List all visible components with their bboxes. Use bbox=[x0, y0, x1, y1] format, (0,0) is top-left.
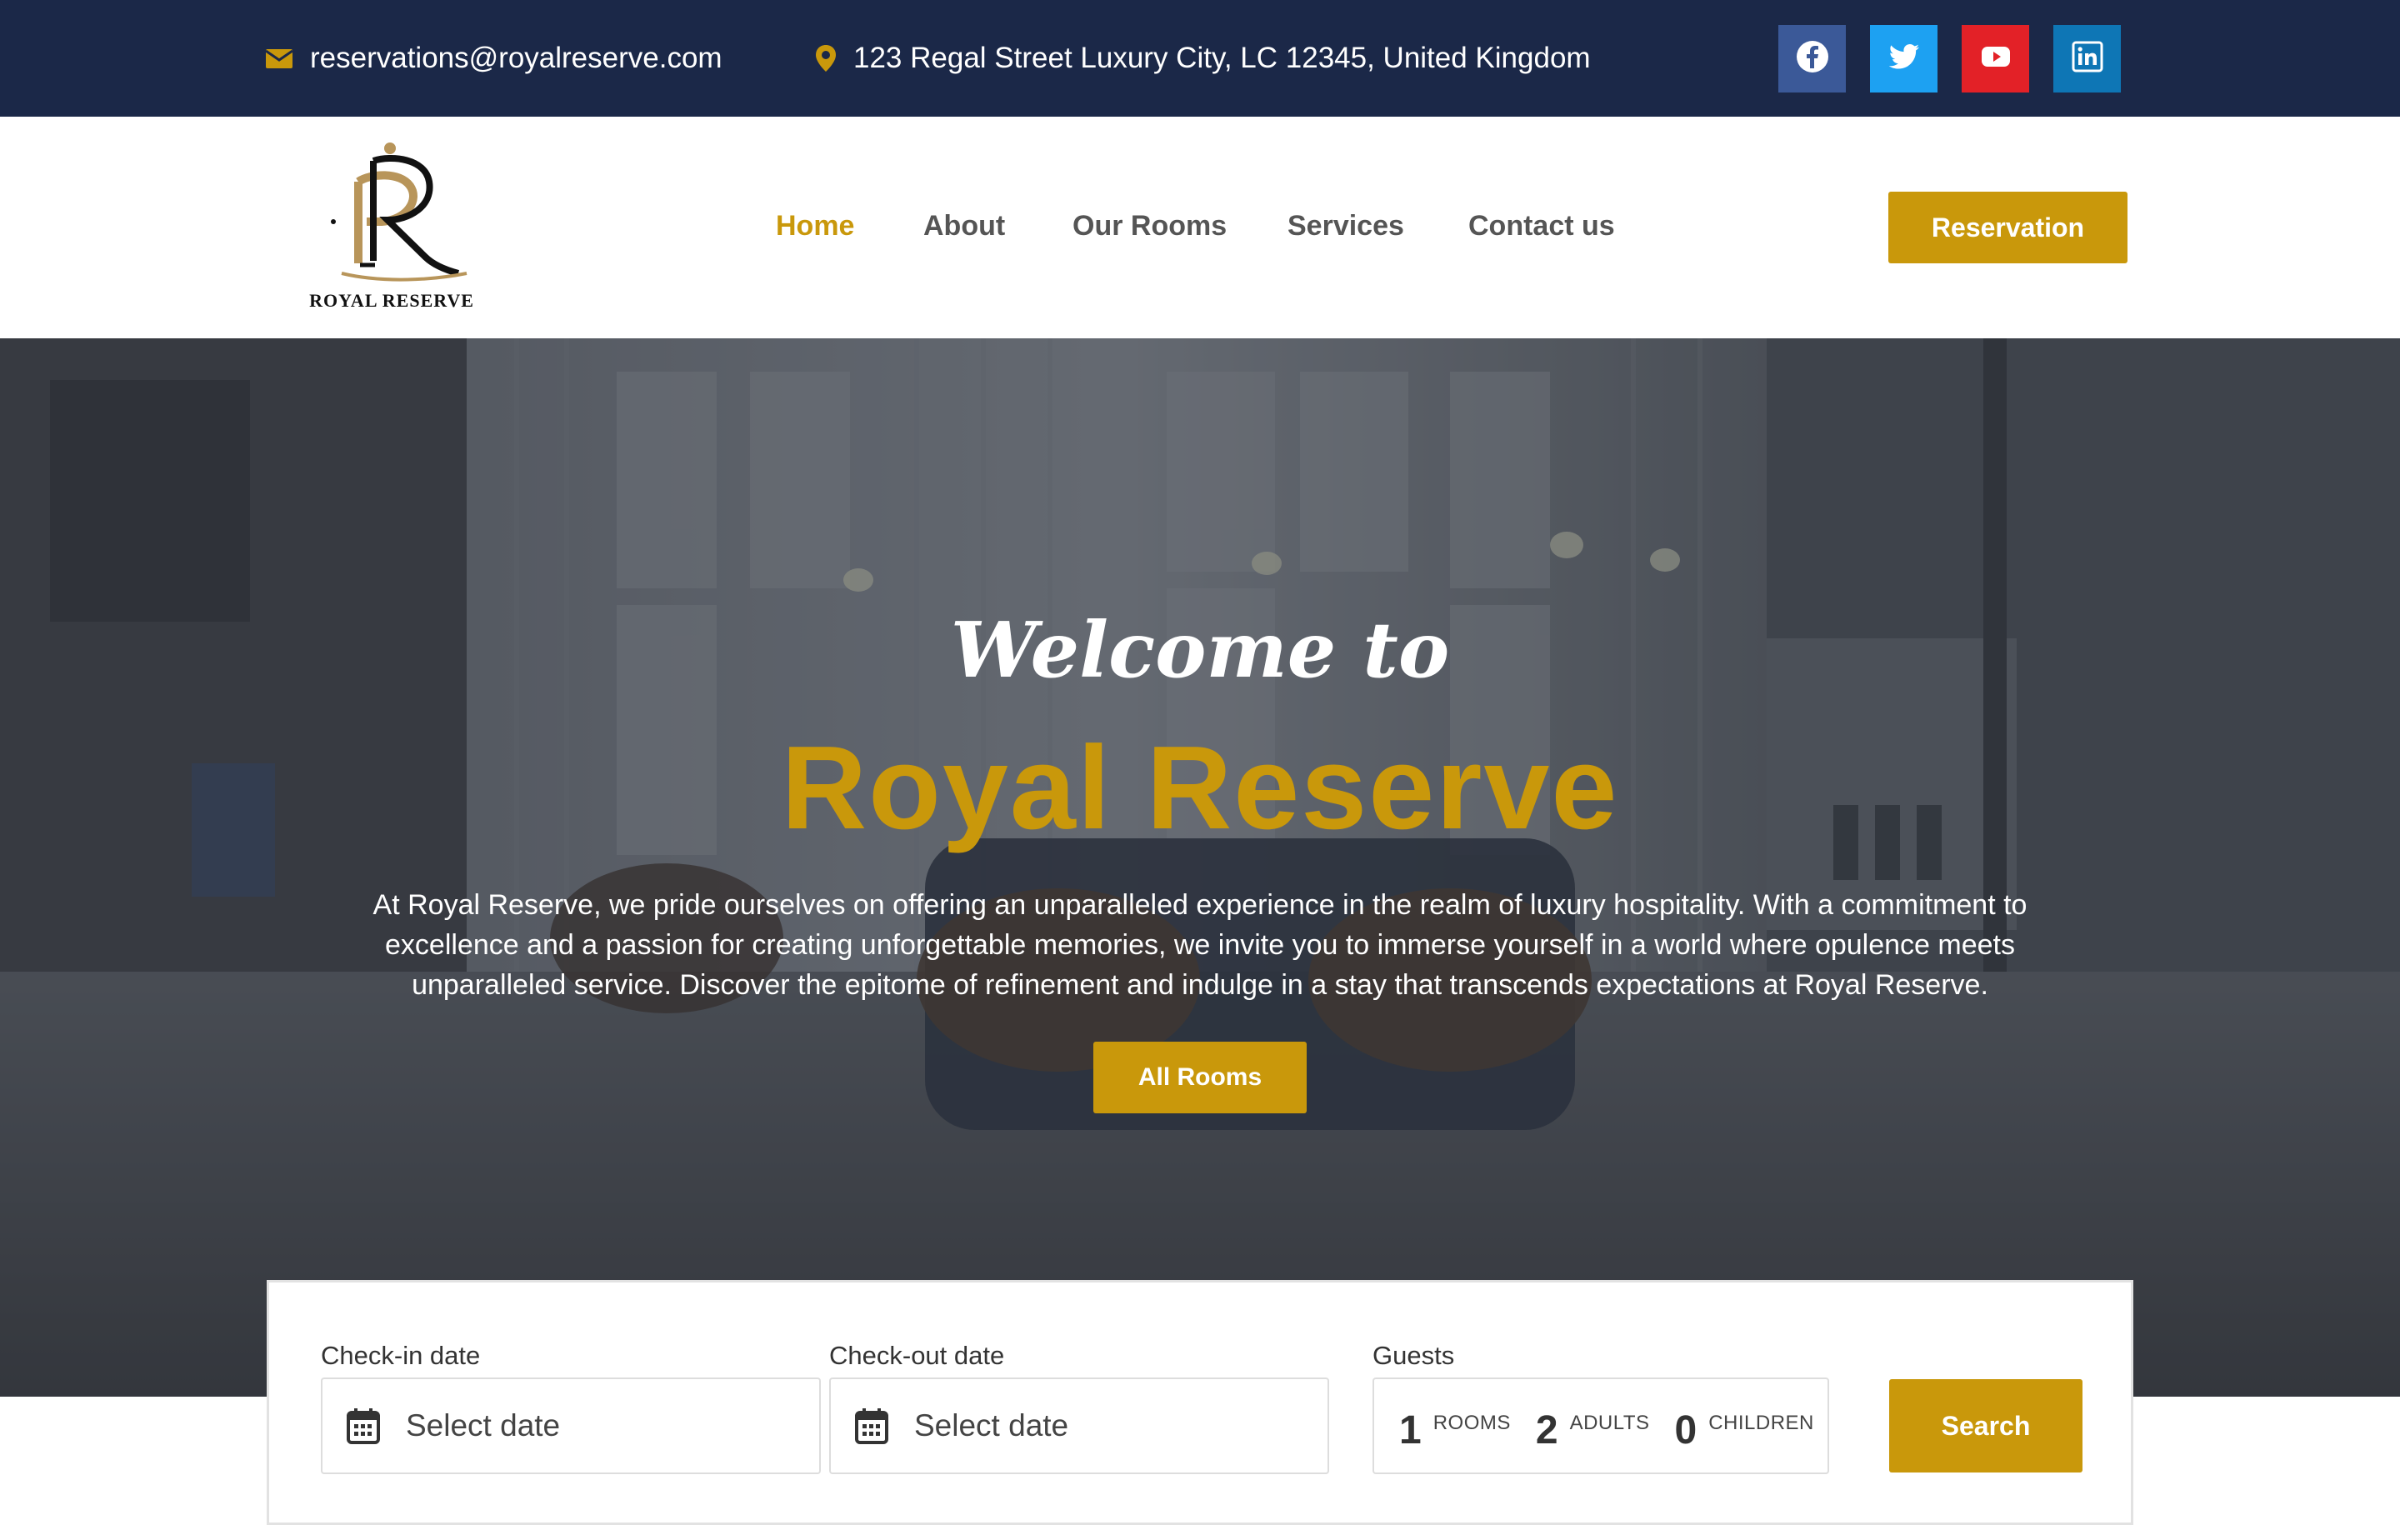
royal-reserve-logo[interactable]: ROYAL RESERVE bbox=[308, 140, 475, 315]
nav-home[interactable]: Home bbox=[776, 210, 854, 242]
linkedin-link[interactable] bbox=[2053, 25, 2121, 92]
checkin-label: Check-in date bbox=[321, 1341, 481, 1370]
children-count: 0 bbox=[1674, 1408, 1698, 1452]
calendar-icon bbox=[346, 1407, 381, 1445]
hero-description: At Royal Reserve, we pride ourselves on … bbox=[372, 889, 2028, 1001]
reservation-button[interactable]: Reservation bbox=[1888, 192, 2128, 263]
logo-mark-icon bbox=[331, 142, 468, 282]
rooms-label: ROOMS bbox=[1432, 1412, 1511, 1434]
envelope-icon bbox=[265, 47, 293, 70]
map-pin-icon bbox=[815, 44, 837, 72]
guests-selector[interactable]: 1 ROOMS 2 ADULTS 0 CHILDREN bbox=[1372, 1378, 1829, 1474]
twitter-link[interactable] bbox=[1870, 25, 1938, 92]
twitter-icon bbox=[1888, 40, 1921, 78]
youtube-icon bbox=[1979, 40, 2012, 78]
nav-services[interactable]: Services bbox=[1288, 210, 1404, 242]
hero-welcome-text: Welcome to bbox=[950, 605, 1450, 695]
contact-address: 123 Regal Street Luxury City, LC 12345, … bbox=[815, 0, 1591, 117]
children-label: CHILDREN bbox=[1708, 1412, 1814, 1434]
nav-contact-us[interactable]: Contact us bbox=[1468, 210, 1615, 242]
rooms-count: 1 bbox=[1399, 1408, 1422, 1452]
checkin-placeholder: Select date bbox=[406, 1408, 561, 1442]
search-button[interactable]: Search bbox=[1889, 1379, 2082, 1472]
all-rooms-button[interactable]: All Rooms bbox=[1093, 1042, 1307, 1113]
youtube-link[interactable] bbox=[1962, 25, 2029, 92]
contact-email[interactable]: reservations@royalreserve.com bbox=[265, 0, 722, 117]
hero-overlay bbox=[0, 338, 2400, 1397]
contact-address-text: 123 Regal Street Luxury City, LC 12345, … bbox=[853, 42, 1591, 74]
top-contact-bar: reservations@royalreserve.com 123 Regal … bbox=[0, 0, 2400, 117]
facebook-link[interactable] bbox=[1778, 25, 1846, 92]
linkedin-icon bbox=[2071, 40, 2104, 78]
nav-our-rooms[interactable]: Our Rooms bbox=[1072, 210, 1227, 242]
logo-wordmark: ROYAL RESERVE bbox=[309, 290, 474, 311]
guests-label: Guests bbox=[1372, 1341, 1455, 1370]
checkout-date-field[interactable]: Select date bbox=[829, 1378, 1329, 1474]
booking-form: Check-in date Select date Check-out date… bbox=[267, 1280, 2133, 1525]
calendar-icon bbox=[854, 1407, 889, 1445]
adults-count: 2 bbox=[1535, 1408, 1558, 1452]
adults-label: ADULTS bbox=[1569, 1412, 1650, 1434]
checkout-placeholder: Select date bbox=[914, 1408, 1069, 1442]
hero-title: Royal Reserve bbox=[781, 722, 1619, 854]
nav-about[interactable]: About bbox=[923, 210, 1005, 242]
checkout-label: Check-out date bbox=[829, 1341, 1005, 1370]
checkin-date-field[interactable]: Select date bbox=[321, 1378, 821, 1474]
contact-email-text: reservations@royalreserve.com bbox=[310, 42, 722, 74]
site-header: ROYAL RESERVE Home About Our Rooms Servi… bbox=[0, 117, 2400, 338]
facebook-icon bbox=[1796, 40, 1829, 78]
hero-section: Welcome to Royal Reserve At Royal Reserv… bbox=[0, 338, 2400, 1397]
